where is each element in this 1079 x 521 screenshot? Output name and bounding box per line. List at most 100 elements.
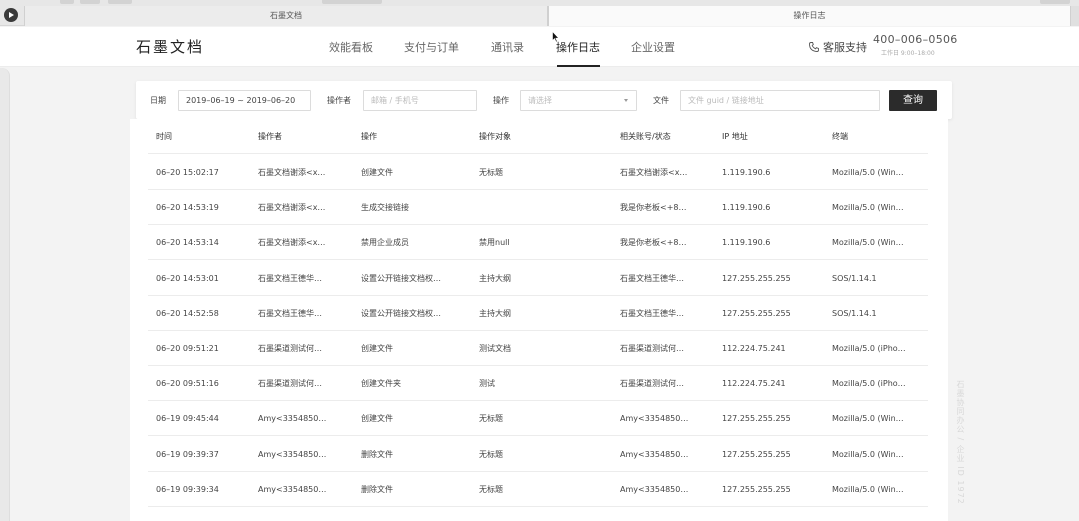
- cell-action: 设置公开链接文档权…: [361, 308, 441, 318]
- cell-ip: 112.224.75.241: [722, 379, 786, 389]
- cell-ip: 127.255.255.255: [722, 484, 791, 494]
- nav-item-dashboard[interactable]: 效能看板: [329, 39, 373, 55]
- cell-ip: 127.255.255.255: [722, 414, 791, 424]
- cell-related-account: 石墨文档谢添<x…: [620, 168, 688, 177]
- cell-operator: 石墨文档谢添<x…: [258, 168, 326, 177]
- action-select-placeholder: 请选择: [528, 96, 552, 105]
- cell-related-account: 石墨文档王德华…: [620, 273, 684, 283]
- cell-terminal: Mozilla/5.0 (iPho…: [832, 379, 906, 389]
- cell-time: 06–20 14:53:19: [156, 203, 219, 213]
- cell-target: 主持大纲: [479, 273, 511, 283]
- cell-terminal: Mozilla/5.0 (Win…: [832, 203, 904, 213]
- cell-time: 06–20 15:02:17: [156, 168, 219, 177]
- date-range-picker[interactable]: 2019–06–19 ~ 2019–06–20: [178, 90, 311, 111]
- customer-support-link[interactable]: 客服支持: [823, 39, 867, 55]
- column-header-operator: 操作者: [258, 132, 282, 141]
- date-filter-label: 日期: [150, 96, 166, 105]
- cell-action: 设置公开链接文档权…: [361, 273, 441, 283]
- cell-terminal: Mozilla/5.0 (Win…: [832, 449, 904, 459]
- cell-time: 06–20 09:51:21: [156, 344, 219, 353]
- table-row[interactable]: 06–20 14:52:58 石墨文档王德华… 设置公开链接文档权… 主持大纲 石墨文档…: [148, 296, 928, 331]
- table-row[interactable]: 06–20 09:51:21 石墨渠道测试何… 创建文件 测试文档 石墨渠道测试何… 11…: [148, 331, 928, 366]
- nav-item-payment-orders[interactable]: 支付与订单: [404, 39, 459, 55]
- cell-operator: 石墨渠道测试何…: [258, 379, 322, 389]
- app-header: 石墨文档 效能看板 支付与订单 通讯录 操作日志 企业设置 客服支持 400–0…: [0, 27, 1079, 67]
- cell-operator: 石墨文档王德华…: [258, 273, 322, 283]
- cell-time: 06–20 14:53:14: [156, 238, 219, 248]
- cell-terminal: SOS/1.14.1: [832, 273, 877, 283]
- cell-time: 06–19 09:39:37: [156, 449, 219, 459]
- cell-time: 06–20 09:51:16: [156, 379, 219, 389]
- browser-tab-title: 石墨文档: [270, 11, 302, 20]
- cell-operator: 石墨文档谢添<x…: [258, 203, 326, 213]
- cell-target: 测试: [479, 379, 495, 389]
- cell-terminal: Mozilla/5.0 (Win…: [832, 238, 904, 248]
- table-header-row: 时间 操作者 操作 操作对象 相关账号/状态 IP 地址 终端: [148, 119, 928, 154]
- cell-target: 测试文档: [479, 344, 511, 353]
- cell-operator: Amy<3354850…: [258, 484, 327, 494]
- support-hours: 工作日 9:00–18:00: [881, 50, 935, 57]
- active-nav-indicator: [557, 65, 600, 67]
- file-filter-label: 文件: [653, 96, 669, 105]
- cell-time: 06–19 09:39:34: [156, 484, 219, 494]
- operation-log-table: 时间 操作者 操作 操作对象 相关账号/状态 IP 地址 终端 06–20 15…: [130, 119, 948, 521]
- cell-target: 无标题: [479, 449, 503, 459]
- browser-tab-operation-log[interactable]: 操作日志: [548, 6, 1071, 26]
- cell-target: 无标题: [479, 168, 503, 177]
- cell-terminal: SOS/1.14.1: [832, 308, 877, 318]
- operator-input[interactable]: 邮箱 / 手机号: [363, 90, 477, 111]
- cell-action: 禁用企业成员: [361, 238, 409, 248]
- table-row[interactable]: 06–19 09:39:34 Amy<3354850… 删除文件 无标题 Amy<335…: [148, 472, 928, 507]
- table-row[interactable]: 06–20 14:53:01 石墨文档王德华… 设置公开链接文档权… 主持大纲 石墨文档…: [148, 261, 928, 296]
- cell-time: 06–20 14:53:01: [156, 273, 219, 283]
- action-select[interactable]: 请选择: [520, 90, 637, 111]
- browser-tab-shimo[interactable]: 石墨文档: [24, 6, 548, 26]
- cell-target: 主持大纲: [479, 308, 511, 318]
- cell-ip: 112.224.75.241: [722, 344, 786, 353]
- operator-filter-label: 操作者: [327, 96, 351, 105]
- cell-ip: 1.119.190.6: [722, 203, 771, 213]
- nav-item-operation-log[interactable]: 操作日志: [556, 39, 600, 55]
- browser-tab-strip: 石墨文档 操作日志: [0, 0, 1079, 26]
- cell-related-account: Amy<3354850…: [620, 414, 689, 424]
- cell-ip: 1.119.190.6: [722, 238, 771, 248]
- file-input[interactable]: 文件 guid / 链接地址: [680, 90, 880, 111]
- cell-operator: Amy<3354850…: [258, 449, 327, 459]
- cell-related-account: 石墨渠道测试何…: [620, 379, 684, 389]
- browser-tab-title: 操作日志: [793, 11, 826, 20]
- cell-action: 创建文件: [361, 414, 393, 424]
- table-row[interactable]: 06–20 14:53:14 石墨文档谢添<x… 禁用企业成员 禁用null 我是你老板…: [148, 225, 928, 261]
- filter-bar: 日期 2019–06–19 ~ 2019–06–20 操作者 邮箱 / 手机号 …: [136, 81, 952, 119]
- chevron-down-icon: [624, 99, 628, 102]
- cell-action: 创建文件: [361, 168, 393, 177]
- cell-operator: Amy<3354850…: [258, 414, 327, 424]
- cell-action: 创建文件: [361, 344, 393, 353]
- nav-item-contacts[interactable]: 通讯录: [491, 39, 524, 55]
- column-header-related-account: 相关账号/状态: [620, 132, 671, 141]
- cell-action: 删除文件: [361, 449, 393, 459]
- table-row[interactable]: 06–19 09:39:37 Amy<3354850… 删除文件 无标题 Amy<335…: [148, 437, 928, 472]
- query-button[interactable]: 查询: [889, 90, 937, 111]
- app-logo[interactable]: 石墨文档: [136, 36, 204, 57]
- column-header-target: 操作对象: [479, 132, 511, 141]
- nav-item-enterprise-settings[interactable]: 企业设置: [631, 39, 675, 55]
- cell-related-account: 我是你老板<+8…: [620, 203, 687, 213]
- column-header-ip: IP 地址: [722, 132, 748, 141]
- cell-terminal: Mozilla/5.0 (Win…: [832, 484, 904, 494]
- browser-logo-icon[interactable]: [4, 8, 18, 22]
- table-row[interactable]: 06–20 15:02:17 石墨文档谢添<x… 创建文件 无标题 石墨文档谢添<x… 1…: [148, 155, 928, 190]
- table-row[interactable]: 06–19 09:45:44 Amy<3354850… 创建文件 无标题 Amy<335…: [148, 401, 928, 437]
- table-row[interactable]: 06–20 09:51:16 石墨渠道测试何… 创建文件夹 测试 石墨渠道测试何… 112…: [148, 366, 928, 402]
- cell-action: 生成交接链接: [361, 203, 409, 213]
- new-tab-button[interactable]: [1071, 6, 1079, 26]
- table-row[interactable]: 06–20 14:53:19 石墨文档谢添<x… 生成交接链接 我是你老板<+8… 1.…: [148, 190, 928, 226]
- cell-operator: 石墨文档谢添<x…: [258, 238, 326, 248]
- action-filter-label: 操作: [493, 96, 509, 105]
- cell-action: 创建文件夹: [361, 379, 401, 389]
- cell-ip: 127.255.255.255: [722, 449, 791, 459]
- column-header-terminal: 终端: [832, 132, 848, 141]
- column-header-time: 时间: [156, 132, 172, 141]
- cell-operator: 石墨渠道测试何…: [258, 344, 322, 353]
- cell-related-account: 石墨渠道测试何…: [620, 344, 684, 353]
- cell-operator: 石墨文档王德华…: [258, 308, 322, 318]
